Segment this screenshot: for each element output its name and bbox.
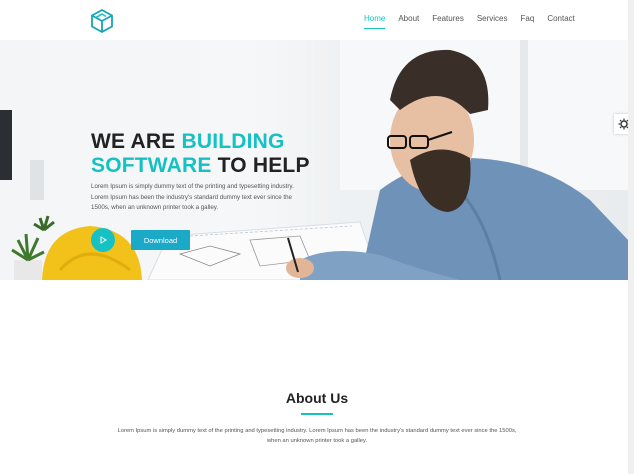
play-icon [100, 236, 107, 244]
nav-home[interactable]: Home [364, 14, 386, 30]
hero-title: WE ARE BUILDING SOFTWARE TO HELP [91, 130, 310, 178]
hero-title-line2-plain: TO HELP [211, 154, 310, 177]
hero-description: Lorem Ipsum is simply dummy text of the … [91, 183, 294, 211]
hero-title-line1-accent: BUILDING [181, 130, 285, 153]
page-scrollbar[interactable] [628, 0, 634, 474]
nav-services[interactable]: Services [477, 14, 508, 30]
site-header: Home About Features Services Faq Contact [0, 0, 634, 40]
nav-features[interactable]: Features [432, 14, 464, 30]
nav-about[interactable]: About [398, 14, 419, 30]
download-button[interactable]: Download [131, 230, 190, 250]
hero-title-line2-accent: SOFTWARE [91, 154, 212, 177]
play-video-button[interactable] [91, 228, 115, 252]
nav-faq[interactable]: Faq [521, 14, 535, 30]
hero-section: WE ARE BUILDING SOFTWARE TO HELP Lorem I… [0, 40, 628, 280]
cube-logo-icon[interactable] [89, 8, 115, 34]
about-title-underline [301, 413, 333, 415]
hero-title-line1-plain: WE ARE [91, 130, 182, 153]
about-title: About Us [285, 390, 349, 406]
nav-contact[interactable]: Contact [547, 14, 575, 30]
main-nav: Home About Features Services Faq Contact [364, 14, 588, 30]
about-text: Lorem Ipsum is simply dummy text of the … [117, 428, 517, 444]
